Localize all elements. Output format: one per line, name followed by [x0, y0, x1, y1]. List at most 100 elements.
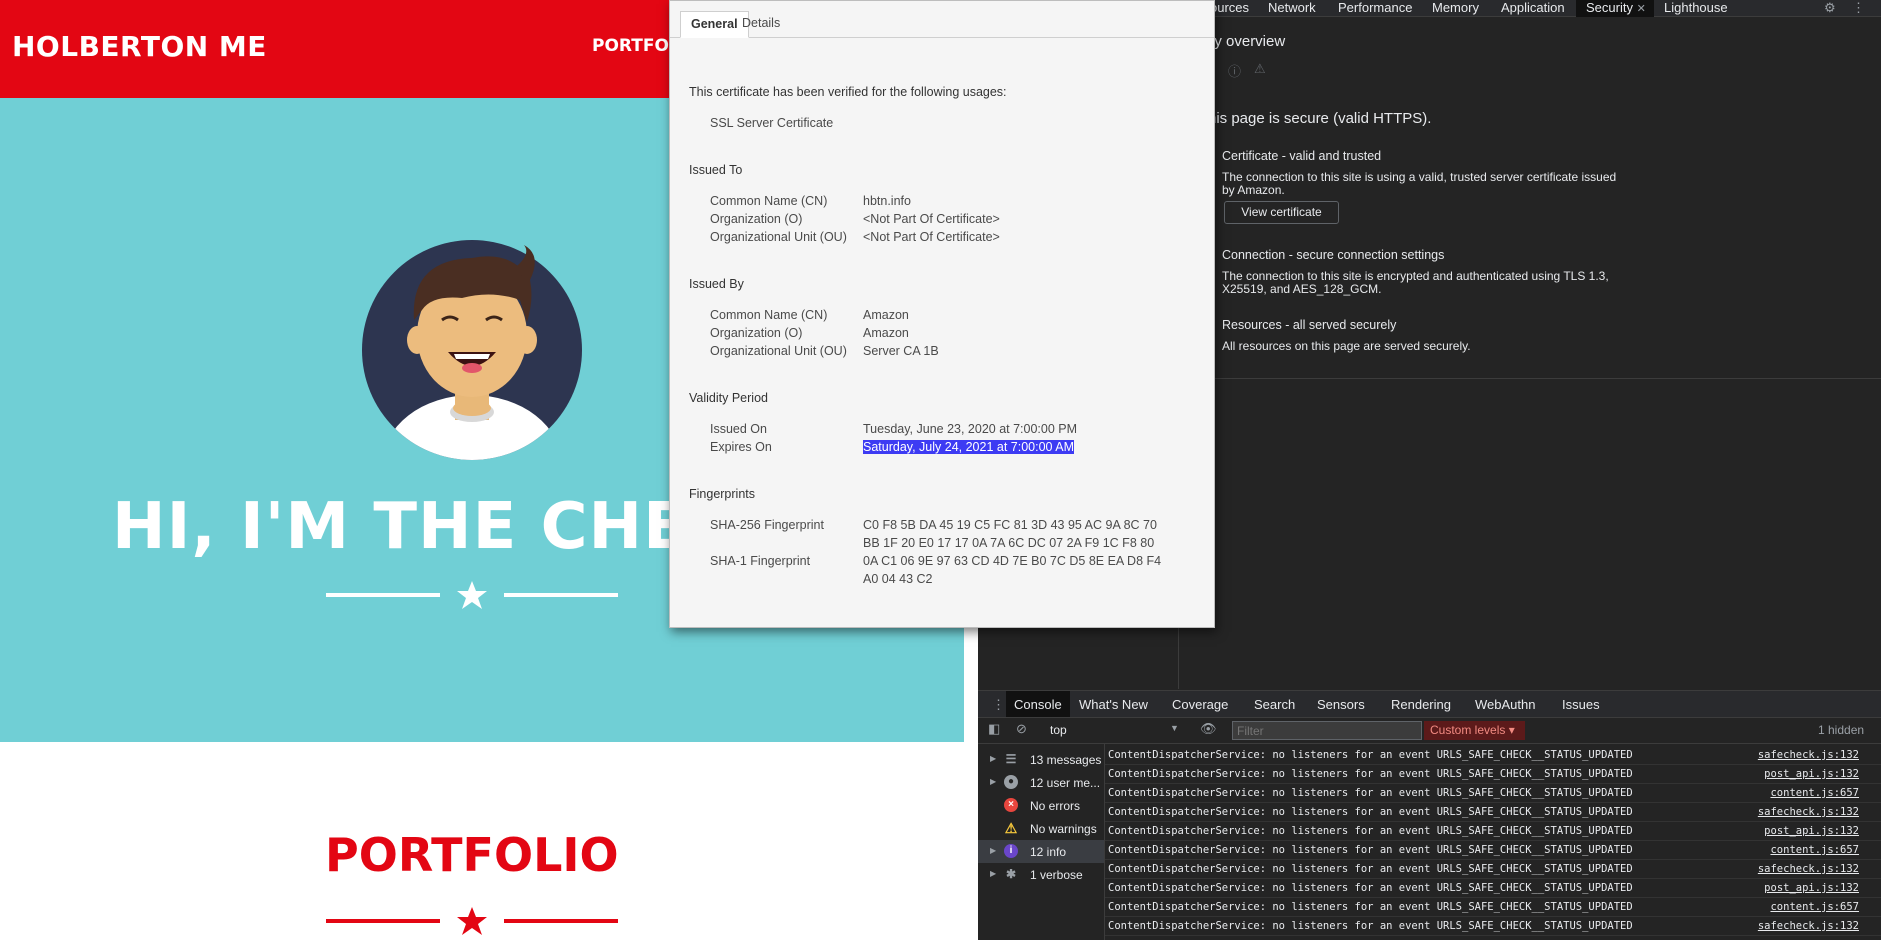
drawer-menu-icon[interactable]: ⋮ — [992, 697, 1005, 713]
security-separator — [1178, 378, 1881, 379]
tab-security[interactable]: Security ✕ — [1576, 0, 1654, 17]
tab-memory[interactable]: Memory — [1432, 0, 1479, 15]
tab-rendering[interactable]: Rendering — [1391, 697, 1451, 712]
tab-issues[interactable]: Issues — [1562, 697, 1600, 712]
tab-performance[interactable]: Performance — [1338, 0, 1412, 15]
sidebar-item-label: 12 info — [1030, 845, 1067, 859]
sidebar-item-label: No warnings — [1030, 822, 1097, 836]
sidebar-item-errors[interactable]: × No errors — [978, 794, 1104, 817]
resources-title: Resources - all served securely — [1222, 318, 1397, 332]
issued-to-ou-value: <Not Part Of Certificate> — [863, 230, 1000, 244]
tab-webauthn[interactable]: WebAuthn — [1475, 697, 1535, 712]
console-toolbar: ◧ ⊘ top ▼ 👁 Custom levels ▾ 1 hidden — [978, 718, 1881, 744]
expires-on-value[interactable]: Saturday, July 24, 2021 at 7:00:00 AM — [863, 440, 1075, 454]
tab-whats-new[interactable]: What's New — [1079, 697, 1148, 712]
log-source-link[interactable]: content.js:657 — [1770, 787, 1859, 799]
console-log: ContentDispatcherService: no listeners f… — [1105, 746, 1881, 940]
log-source-link[interactable]: content.js:657 — [1770, 901, 1859, 913]
log-source-link[interactable]: content.js:657 — [1770, 844, 1859, 856]
console-sidebar: ▶ ☰ 13 messages ▶ ● 12 user me... × No e… — [978, 744, 1105, 940]
sidebar-item-label: No errors — [1030, 799, 1081, 813]
eye-icon[interactable]: 👁 — [1200, 721, 1217, 737]
log-message: ContentDispatcherService: no listeners f… — [1108, 749, 1633, 761]
log-source-link[interactable]: safecheck.js:132 — [1758, 749, 1859, 761]
log-message: ContentDispatcherService: no listeners f… — [1108, 768, 1633, 780]
log-message: ContentDispatcherService: no listeners f… — [1108, 901, 1633, 913]
tab-network[interactable]: Network — [1268, 0, 1316, 15]
security-status-text: his page is secure (valid HTTPS). — [1208, 110, 1432, 127]
portfolio-divider — [326, 907, 618, 935]
star-icon — [457, 907, 487, 935]
certificate-title: Certificate - valid and trusted — [1222, 149, 1382, 163]
expand-icon[interactable]: ▶ — [990, 869, 996, 878]
log-source-link[interactable]: safecheck.js:132 — [1758, 863, 1859, 875]
expand-icon[interactable]: ▶ — [990, 754, 996, 763]
sidebar-item-warnings[interactable]: ⚠ No warnings — [978, 817, 1104, 840]
certificate-tab-bar: General Details — [670, 11, 1214, 38]
expand-icon[interactable]: ▶ — [990, 846, 996, 855]
user-icon: ● — [1004, 775, 1018, 789]
bug-icon: ✱ — [1005, 867, 1017, 881]
tab-coverage[interactable]: Coverage — [1172, 697, 1228, 712]
avatar — [362, 240, 582, 460]
expand-icon[interactable]: ▶ — [990, 777, 996, 786]
warning-icon: ⚠ — [1254, 61, 1266, 76]
issued-by-ou-value: Server CA 1B — [863, 344, 939, 358]
log-message: ContentDispatcherService: no listeners f… — [1108, 844, 1633, 856]
sidebar-item-verbose[interactable]: ▶ ✱ 1 verbose — [978, 863, 1104, 886]
log-message: ContentDispatcherService: no listeners f… — [1108, 825, 1633, 837]
hero-divider — [326, 581, 618, 609]
log-source-link[interactable]: safecheck.js:132 — [1758, 920, 1859, 932]
tab-application[interactable]: Application — [1501, 0, 1565, 15]
issued-by-o-value: Amazon — [863, 326, 909, 340]
issued-by-cn-label: Common Name (CN) — [710, 308, 828, 322]
gear-icon[interactable]: ⚙ — [1824, 0, 1836, 16]
sha1-value-line2: A0 04 43 C2 — [863, 572, 933, 586]
tab-search[interactable]: Search — [1254, 697, 1295, 712]
custom-levels-dropdown[interactable]: Custom levels ▾ — [1424, 721, 1525, 740]
console-filter-input[interactable] — [1232, 721, 1422, 740]
sidebar-item-info[interactable]: ▶ i 12 info — [978, 840, 1104, 863]
connection-description: The connection to this site is encrypted… — [1222, 269, 1609, 296]
sha256-label: SHA-256 Fingerprint — [710, 518, 824, 532]
clear-console-icon[interactable]: ⊘ — [1016, 721, 1027, 737]
resources-description: All resources on this page are served se… — [1222, 339, 1471, 353]
log-source-link[interactable]: safecheck.js:132 — [1758, 806, 1859, 818]
info-icon: ⓘ — [1228, 64, 1242, 79]
tab-console[interactable]: Console — [1006, 691, 1070, 717]
log-row: ContentDispatcherService: no listeners f… — [1105, 746, 1881, 765]
issued-by-cn-value: Amazon — [863, 308, 909, 322]
sha256-value-line2: BB 1F 20 E0 17 17 0A 7A 6C DC 07 2A F9 1… — [863, 536, 1155, 550]
sha1-label: SHA-1 Fingerprint — [710, 554, 811, 568]
drawer-tab-bar: ⋮ Console What's New Coverage Search Sen… — [978, 690, 1881, 718]
close-icon[interactable]: ✕ — [1637, 3, 1646, 15]
tab-details[interactable]: Details — [732, 11, 790, 36]
sidebar-item-user-messages[interactable]: ▶ ● 12 user me... — [978, 771, 1104, 794]
fingerprints-heading: Fingerprints — [689, 487, 755, 501]
log-source-link[interactable]: post_api.js:132 — [1764, 882, 1859, 894]
log-row: ContentDispatcherService: no listeners f… — [1105, 803, 1881, 822]
sidebar-item-messages[interactable]: ▶ ☰ 13 messages — [978, 748, 1104, 771]
log-message: ContentDispatcherService: no listeners f… — [1108, 806, 1633, 818]
tab-sources[interactable]: ources — [1210, 0, 1249, 15]
log-source-link[interactable]: post_api.js:132 — [1764, 825, 1859, 837]
log-message: ContentDispatcherService: no listeners f… — [1108, 920, 1633, 932]
log-source-link[interactable]: post_api.js:132 — [1764, 768, 1859, 780]
tab-lighthouse[interactable]: Lighthouse — [1664, 0, 1728, 15]
issued-on-label: Issued On — [710, 422, 767, 436]
sidebar-toggle-icon[interactable]: ◧ — [988, 721, 1000, 737]
chevron-down-icon[interactable]: ▼ — [1170, 723, 1179, 733]
site-brand[interactable]: HOLBERTON ME — [12, 30, 267, 63]
usage-value: SSL Server Certificate — [710, 116, 834, 130]
issued-by-o-label: Organization (O) — [710, 326, 803, 340]
issued-to-o-label: Organization (O) — [710, 212, 803, 226]
view-certificate-button[interactable]: View certificate — [1224, 201, 1339, 224]
more-icon[interactable]: ⋮ — [1852, 0, 1865, 16]
expires-on-label: Expires On — [710, 440, 772, 454]
issued-to-cn-value: hbtn.info — [863, 194, 911, 208]
context-selector[interactable]: top — [1050, 723, 1067, 737]
log-row: ContentDispatcherService: no listeners f… — [1105, 879, 1881, 898]
portfolio-heading: PORTFOLIO — [325, 828, 619, 882]
error-icon: × — [1004, 798, 1018, 812]
tab-sensors[interactable]: Sensors — [1317, 697, 1365, 712]
